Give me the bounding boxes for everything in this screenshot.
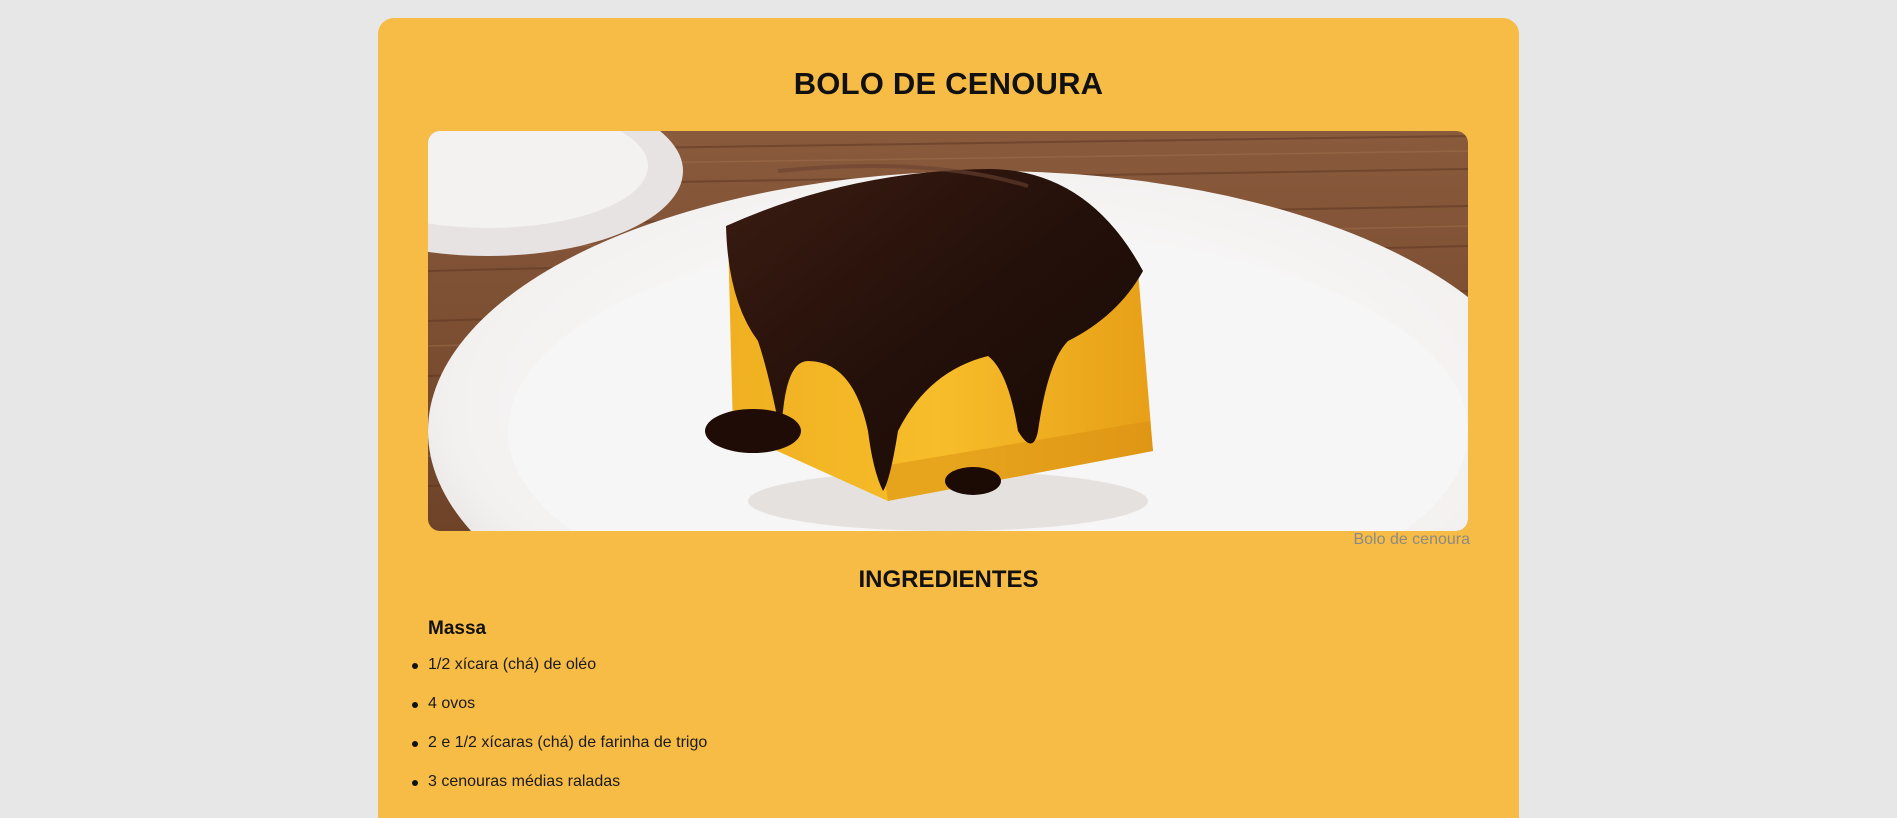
recipe-card: BOLO DE CENOURA Bolo de cenoura INGREDIE… [378,18,1519,818]
list-item: 2 e 1/2 xícaras (chá) de farinha de trig… [411,734,707,773]
dough-ingredient-list: 1/2 xícara (chá) de oléo 4 ovos 2 e 1/2 … [411,656,707,812]
ingredients-heading: INGREDIENTES [858,566,1039,593]
carrot-cake-photo [428,131,1468,531]
recipe-title: BOLO DE CENOURA [793,66,1104,101]
dough-heading: Massa [428,618,487,639]
image-caption: Bolo de cenoura [1353,531,1470,548]
list-item: 1/2 xícara (chá) de oléo [411,656,707,695]
list-item: 4 ovos [411,695,707,734]
list-item: 3 cenouras médias raladas [411,773,707,812]
